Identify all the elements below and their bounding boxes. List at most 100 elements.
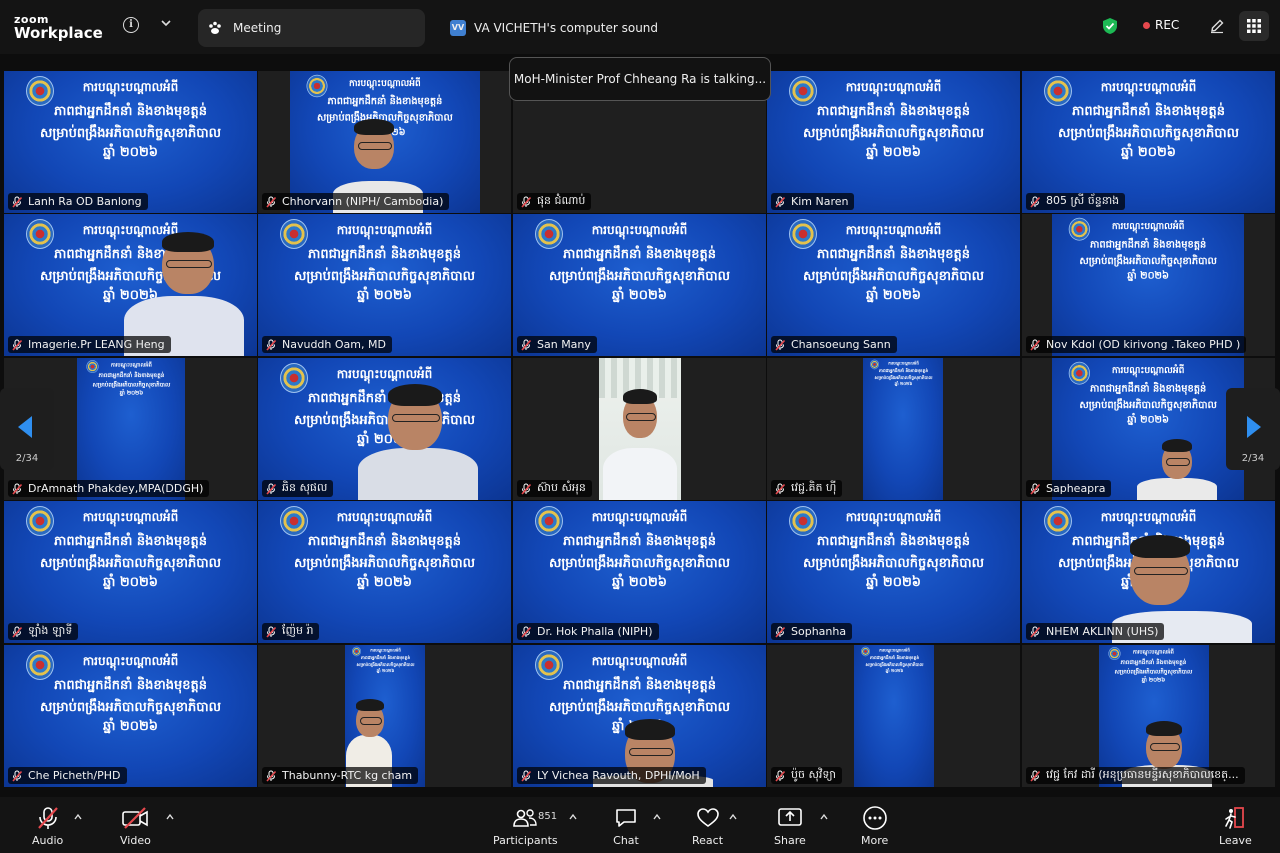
top-bar: zoom Workplace i Meeting VV VA VICHETH's… <box>0 0 1280 54</box>
participant-name: Nov Kdol (OD kirivong .Takeo PHD ) <box>1046 338 1241 351</box>
slide-line-1: ការបណ្ដុះបណ្ដាលអំពី <box>845 80 942 94</box>
shared-slide: ការបណ្ដុះបណ្ដាលអំពី ភាពជាអ្នកដឹកនាំ និងខា… <box>1052 214 1244 356</box>
participant-name-label: Sophanha <box>771 623 853 640</box>
participants-options-caret-icon[interactable] <box>569 813 577 821</box>
slide-line-2: ភាពជាអ្នកដឹកនាំ និងខាងមុខត្តន់ <box>878 368 928 374</box>
participant-tile[interactable]: ការបណ្ដុះបណ្ដាលអំពី ភាពជាអ្នកដឹកនាំ និងខា… <box>258 214 511 356</box>
participant-tile[interactable]: ការបណ្ដុះបណ្ដាលអំពី ភាពជាអ្នកដឹកនាំ និងខា… <box>4 214 257 356</box>
apps-button[interactable] <box>1239 11 1269 41</box>
participant-name: Lanh Ra OD Banlong <box>28 195 142 208</box>
share-options-caret-icon[interactable] <box>820 813 828 821</box>
mic-muted-icon <box>1030 483 1041 495</box>
slide-line-4: ឆ្នាំ ២០២៦ <box>1127 270 1170 282</box>
shared-slide: ការបណ្ដុះបណ្ដាលអំពី ភាពជាអ្នកដឹកនាំ និងខា… <box>854 645 934 787</box>
grid-icon <box>1247 19 1261 33</box>
participant-tile[interactable]: ការបណ្ដុះបណ្ដាលអំពី ភាពជាអ្នកដឹកនាំ និងខា… <box>258 501 511 643</box>
participant-name: LY Vichea Ravouth, DPHI/MoH <box>537 769 700 782</box>
participant-name: Kim Naren <box>791 195 849 208</box>
video-label: Video <box>120 834 151 847</box>
participant-tile[interactable]: ការបណ្ដុះបណ្ដាលអំពី ភាពជាអ្នកដឹកនាំ និងខា… <box>1022 71 1275 213</box>
participant-tile[interactable]: ការបណ្ដុះបណ្ដាលអំពី ភាពជាអ្នកដឹកនាំ និងខា… <box>767 358 1020 500</box>
participant-name: ផុន ជំណាប់ <box>537 193 586 207</box>
slide-line-4: ឆ្នាំ ២០២៦ <box>103 145 158 160</box>
participant-name: Chhorvann (NIPH/ Cambodia) <box>282 195 444 208</box>
tab-computer-sound[interactable]: VV VA VICHETH's computer sound <box>442 9 742 47</box>
previous-page-button[interactable]: 2/34 <box>0 388 54 470</box>
participant-tile[interactable]: ការបណ្ដុះបណ្ដាលអំពី ភាពជាអ្នកដឹកនាំ និងខា… <box>513 645 766 787</box>
mic-muted-icon <box>12 196 23 208</box>
participant-tile[interactable]: ការបណ្ដុះបណ្ដាលអំពី ភាពជាអ្នកដឹកនាំ និងខា… <box>513 214 766 356</box>
participant-tile[interactable]: ការបណ្ដុះបណ្ដាលអំពី ភាពជាអ្នកដឹកនាំ និងខា… <box>1022 501 1275 643</box>
participant-name-label: Imagerie.Pr LEANG Heng <box>8 336 171 353</box>
shared-slide: ការបណ្ដុះបណ្ដាលអំពី ភាពជាអ្នកដឹកនាំ និងខា… <box>513 214 766 356</box>
participant-tile[interactable]: ការបណ្ដុះបណ្ដាលអំពី ភាពជាអ្នកដឹកនាំ និងខា… <box>4 71 257 213</box>
chevron-down-icon[interactable] <box>159 16 173 30</box>
participant-name: San Many <box>537 338 591 351</box>
video-button[interactable]: Video <box>120 805 151 847</box>
participant-name-label: ញ៉ែម រ៉ា <box>262 623 320 640</box>
slide-line-1: ការបណ្ដុះបណ្ដាលអំពី <box>82 510 179 524</box>
slide-line-3: សម្រាប់ពង្រឹងអភិបាលកិច្ចសុខាភិបាល <box>39 700 222 715</box>
chat-button[interactable]: Chat <box>613 805 639 847</box>
participant-tile[interactable]: ការបណ្ដុះបណ្ដាលអំពី ភាពជាអ្នកដឹកនាំ និងខា… <box>1022 645 1275 787</box>
participant-tile[interactable]: ការបណ្ដុះបណ្ដាលអំពី ភាពជាអ្នកដឹកនាំ និងខា… <box>258 358 511 500</box>
mic-muted-icon <box>266 196 277 208</box>
participant-name: វេជ្ជ កែវ ដារី (អនុប្រធានមន្ទីរសុខាភិបាល… <box>1046 767 1239 781</box>
participant-name: Thabunny-RTC kg cham <box>282 769 413 782</box>
user-avatar-badge: VV <box>450 20 466 36</box>
more-icon <box>862 806 887 830</box>
participant-video <box>258 71 511 213</box>
participant-name-label: Navuddh Oam, MD <box>262 336 392 353</box>
participant-name-label: San Many <box>517 336 597 353</box>
leave-label: Leave <box>1219 834 1252 847</box>
heart-icon <box>696 808 719 827</box>
participant-tile[interactable]: ការបណ្ដុះបណ្ដាលអំពី ភាពជាអ្នកដឹកនាំ និងខា… <box>258 71 511 213</box>
participant-tile[interactable]: ការបណ្ដុះបណ្ដាលអំពី ភាពជាអ្នកដឹកនាំ និងខា… <box>4 501 257 643</box>
slide-line-3: សម្រាប់ពង្រឹងអភិបាលកិច្ចសុខាភិបាល <box>1079 255 1217 268</box>
slide-line-3: សម្រាប់ពង្រឹងអភិបាលកិច្ចសុខាភិបាល <box>548 269 731 284</box>
share-button[interactable]: Share <box>774 805 806 847</box>
participant-name-label: LY Vichea Ravouth, DPHI/MoH <box>517 767 706 784</box>
video-options-caret-icon[interactable] <box>166 813 174 821</box>
participant-tile[interactable]: ការបណ្ដុះបណ្ដាលអំពី ភាពជាអ្នកដឹកនាំ និងខា… <box>1022 214 1275 356</box>
react-options-caret-icon[interactable] <box>729 813 737 821</box>
mic-muted-icon <box>521 196 532 208</box>
participant-name-label: Lanh Ra OD Banlong <box>8 193 148 210</box>
mic-muted-icon <box>12 770 23 782</box>
slide-line-2: ភាពជាអ្នកដឹកនាំ និងខាងមុខត្តន់ <box>816 247 971 262</box>
tab-meeting[interactable]: Meeting <box>198 9 425 47</box>
more-button[interactable]: More <box>861 805 888 847</box>
participant-tile[interactable]: ការបណ្ដុះបណ្ដាលអំពី ភាពជាអ្នកដឹកនាំ និងខា… <box>767 71 1020 213</box>
slide-line-1: ការបណ្ដុះបណ្ដាលអំពី <box>845 223 942 237</box>
audio-button[interactable]: Audio <box>32 805 63 847</box>
info-icon[interactable]: i <box>123 17 139 33</box>
shared-slide: ការបណ្ដុះបណ្ដាលអំពី ភាពជាអ្នកដឹកនាំ និងខា… <box>4 71 257 213</box>
participant-tile[interactable]: ការបណ្ដុះបណ្ដាលអំពី ភាពជាអ្នកដឹកនាំ និងខា… <box>258 645 511 787</box>
participant-name-label: DrAmnath Phakdey,MPA(DDGH) <box>8 480 210 497</box>
chat-options-caret-icon[interactable] <box>653 813 661 821</box>
participant-tile[interactable]: ការបណ្ដុះបណ្ដាលអំពី ភាពជាអ្នកដឹកនាំ និងខា… <box>513 501 766 643</box>
participants-label: Participants <box>493 834 558 847</box>
participant-tile[interactable]: ការបណ្ដុះបណ្ដាលអំពី ភាពជាអ្នកដឹកនាំ និងខា… <box>767 645 1020 787</box>
slide-line-1: ការបណ្ដុះបណ្ដាលអំពី <box>591 510 688 524</box>
slide-line-2: ភាពជាអ្នកដឹកនាំ និងខាងមុខត្តន់ <box>816 534 971 549</box>
participant-tile[interactable]: ការបណ្ដុះបណ្ដាលអំពី ភាពជាអ្នកដឹកនាំ និងខា… <box>767 501 1020 643</box>
shield-check-icon[interactable] <box>1102 17 1118 35</box>
mic-muted-icon <box>12 483 23 495</box>
shared-slide: ការបណ្ដុះបណ្ដាលអំពី ភាពជាអ្នកដឹកនាំ និងខា… <box>767 501 1020 643</box>
participant-tile[interactable]: ការបណ្ដុះបណ្ដាលអំពី ភាពជាអ្នកដឹកនាំ និងខា… <box>4 645 257 787</box>
participant-video <box>4 214 257 356</box>
participant-tile[interactable]: ការបណ្ដុះបណ្ដាលអំពីភាពជាអ្នកដឹកនាំ និងខា… <box>767 214 1020 356</box>
audio-options-caret-icon[interactable] <box>74 813 82 821</box>
participant-video <box>1022 645 1275 787</box>
leave-button[interactable]: Leave <box>1219 805 1252 847</box>
shared-slide: ការបណ្ដុះបណ្ដាលអំពី ភាពជាអ្នកដឹកនាំ និងខា… <box>4 645 257 787</box>
participant-tile[interactable]: ស៊ាប សំអុន <box>513 358 766 500</box>
slide-line-3: សម្រាប់ពង្រឹងអភិបាលកិច្ចសុខាភិបាល <box>293 269 476 284</box>
chat-label: Chat <box>613 834 639 847</box>
next-page-button[interactable]: 2/34 <box>1226 388 1280 470</box>
recording-indicator[interactable]: REC <box>1143 18 1179 32</box>
react-button[interactable]: React <box>692 805 723 847</box>
annotate-button[interactable] <box>1202 11 1232 41</box>
microphone-muted-icon <box>37 807 58 829</box>
